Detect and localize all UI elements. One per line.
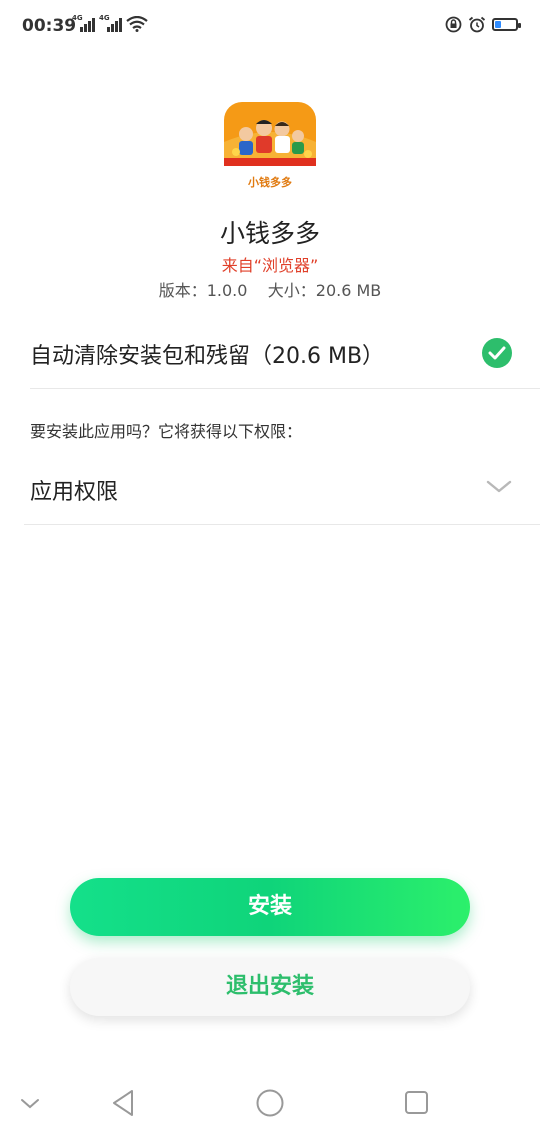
app-icon: 小钱多多 (224, 102, 316, 194)
alarm-icon (468, 16, 486, 33)
auto-clean-option[interactable]: 自动清除安装包和残留（20.6 MB） (30, 330, 540, 389)
exit-install-button[interactable]: 退出安装 (70, 958, 470, 1016)
cellular-signal-icon: 4G (72, 14, 95, 32)
app-icon-text: 小钱多多 (247, 175, 292, 189)
cellular-signal-icon: 4G (99, 14, 122, 32)
recent-apps-icon[interactable] (404, 1090, 430, 1116)
chevron-down-icon[interactable] (20, 1098, 40, 1110)
network-type-label: 4G (72, 14, 83, 22)
auto-clean-label: 自动清除安装包和残留（20.6 MB） (30, 344, 385, 369)
status-bar: 00:39 4G 4G (0, 0, 540, 56)
app-name: 小钱多多 (219, 219, 320, 248)
checkmark-icon[interactable] (482, 338, 512, 368)
app-source: 来自“浏览器” (221, 256, 319, 275)
battery-icon (492, 18, 521, 31)
wifi-icon (126, 16, 148, 32)
app-permissions-label: 应用权限 (30, 480, 119, 505)
install-button[interactable]: 安装 (70, 878, 470, 936)
app-permissions-row[interactable]: 应用权限 (24, 462, 540, 525)
status-time: 00:39 (22, 16, 77, 36)
install-question: 要安装此应用吗？它将获得以下权限： (30, 422, 303, 441)
network-type-label: 4G (99, 14, 110, 22)
home-icon[interactable] (255, 1088, 285, 1118)
status-right-icons (445, 16, 521, 33)
navigation-bar (0, 1070, 540, 1140)
installer-screen: 00:39 4G 4G 小钱多多 小钱多多 来自“浏览器” 版本：1.0.0 大… (0, 0, 540, 1140)
status-left-icons: 4G 4G (72, 14, 148, 32)
chevron-down-icon (486, 480, 512, 493)
back-icon[interactable] (110, 1088, 136, 1118)
rotation-lock-icon (445, 16, 462, 33)
app-version-size: 版本：1.0.0 大小：20.6 MB (158, 281, 382, 300)
